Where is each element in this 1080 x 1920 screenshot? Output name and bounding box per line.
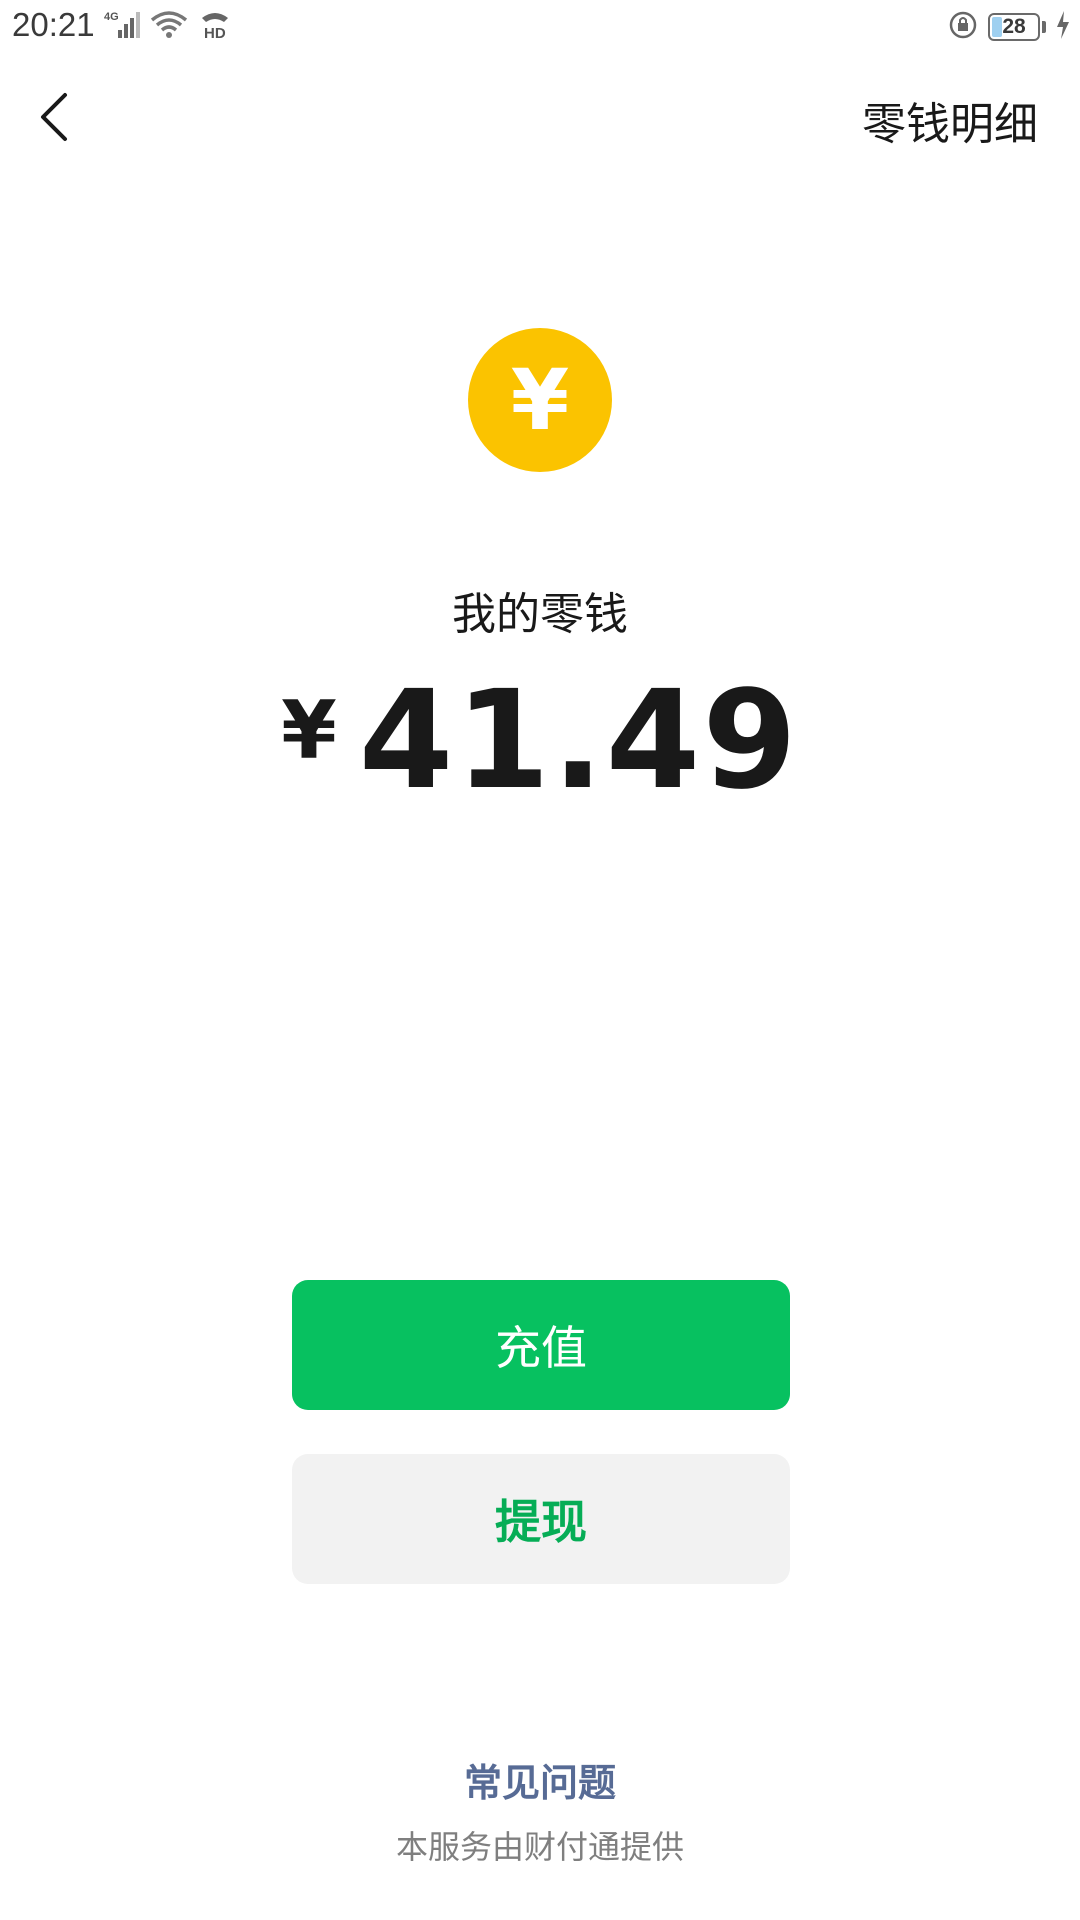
yuan-coin-icon: ¥ [468,328,612,472]
status-time: 20:21 [12,6,95,43]
battery-icon: 28 [988,13,1040,41]
battery-cap [1042,21,1046,33]
status-left-icons: 4G HD [104,8,232,46]
hd-label: HD [204,25,226,40]
balance-detail-link[interactable]: 零钱明细 [862,88,1038,152]
balance-label: 我的零钱 [452,589,628,640]
battery-level: 28 [1002,15,1026,38]
back-button[interactable] [24,84,84,154]
wifi-icon [150,10,188,44]
charging-icon [1056,11,1070,43]
signal-icon: 4G [104,10,140,44]
hd-call-icon: HD [198,10,232,44]
status-bar: 20:21 4G HD 28 [0,0,1080,54]
provider-note: 本服务由财付通提供 [395,1828,684,1866]
balance-amount-row: ¥ 41.49 [0,670,1080,813]
faq-link[interactable]: 常见问题 [0,1752,1080,1807]
rotation-lock-icon [948,10,978,44]
withdraw-button[interactable]: 提现 [292,1454,790,1584]
currency-symbol: ¥ [281,684,337,777]
balance-amount: 41.49 [358,662,799,820]
coin-symbol: ¥ [510,351,570,449]
chevron-left-icon [37,91,71,147]
battery-fill [992,17,1002,37]
recharge-button[interactable]: 充值 [292,1280,790,1410]
status-right-icons: 28 [948,8,1070,46]
network-type-label: 4G [104,11,119,23]
